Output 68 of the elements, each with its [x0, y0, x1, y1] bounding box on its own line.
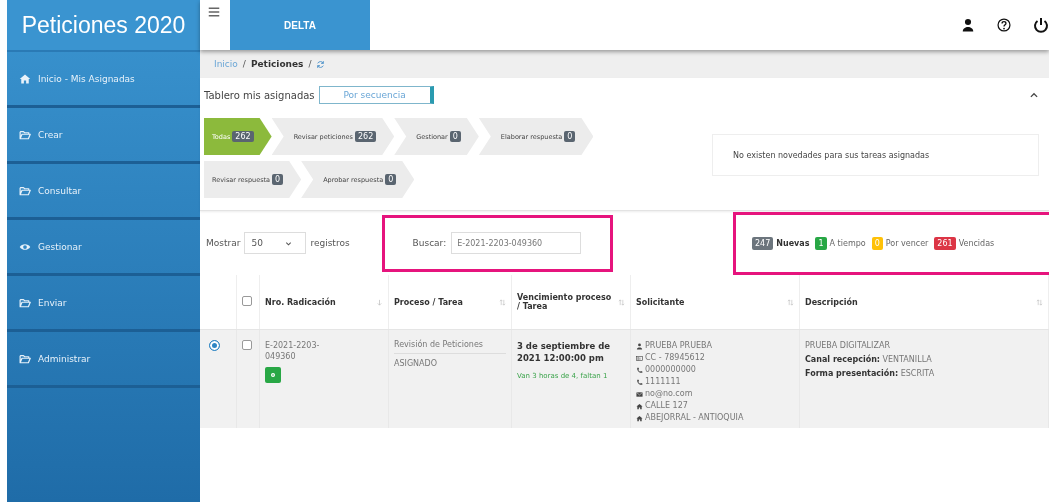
table-cell-text: ASIGNADO	[394, 359, 439, 368]
table-cell: no@no.com	[645, 388, 693, 400]
length-label: registros	[310, 238, 350, 248]
envelope-icon	[636, 390, 643, 398]
table-cell: CC - 78945612	[645, 352, 705, 364]
table-cell: 0000000000	[645, 364, 696, 376]
column-header[interactable]: Vencimiento proceso / Tarea	[517, 293, 614, 311]
menu-icon[interactable]	[208, 6, 220, 18]
count-badge: 247	[752, 236, 774, 250]
legend-label: Nuevas	[776, 238, 810, 248]
select-all-checkbox[interactable]	[242, 296, 252, 306]
column-header[interactable]: Solicitante	[636, 297, 685, 307]
sort-icon[interactable]	[499, 298, 506, 306]
circle-icon	[269, 371, 277, 380]
refresh-icon[interactable]	[316, 59, 326, 69]
sort-icon[interactable]	[1036, 298, 1043, 306]
table-cell-text: 3 de septiembre de 2021 12:00:00 pm	[517, 340, 612, 365]
search-field[interactable]: E-2021-2203-049360	[451, 232, 582, 254]
legend-label: Vencidas	[958, 238, 995, 248]
table-cell: PRUEBA PRUEBA	[645, 340, 713, 352]
table-cell: ABEJORRAL - ANTIOQUIA	[645, 412, 744, 424]
sidebar-item[interactable]: Enviar	[7, 276, 200, 332]
power-icon[interactable]	[1033, 17, 1049, 33]
collapse-icon[interactable]	[1029, 90, 1039, 100]
table-cell-text: Forma presentación: ESCRITA	[805, 368, 936, 380]
table-cell: Revisión de Peticiones	[394, 340, 506, 354]
table-cell-text: Canal recepción: VENTANILLA	[805, 354, 933, 366]
user-icon[interactable]	[961, 18, 975, 32]
sort-icon[interactable]	[787, 298, 794, 306]
help-icon[interactable]	[997, 18, 1011, 32]
page-size-select[interactable]: 50	[244, 232, 307, 254]
sidebar-item[interactable]: Gestionar	[7, 220, 200, 276]
home-icon	[636, 402, 643, 410]
board-label: Tablero mis asignadas	[204, 89, 315, 101]
breadcrumb-separator: /	[242, 59, 246, 69]
sort-down-icon[interactable]	[376, 298, 383, 306]
id-card-icon	[636, 354, 643, 362]
search-label: Buscar:	[412, 238, 447, 248]
count-badge: 261	[934, 236, 956, 250]
count-badge: 1	[815, 236, 827, 250]
breadcrumb-separator: /	[308, 59, 312, 69]
radio-button[interactable]	[209, 340, 220, 351]
folder-icon	[19, 352, 31, 365]
breadcrumb-item: Peticiones	[250, 59, 304, 69]
legend-label: Por vencer	[885, 238, 929, 248]
row-checkbox[interactable]	[242, 340, 252, 350]
sidebar-item[interactable]: Crear	[7, 108, 200, 164]
count-badge: 0	[871, 236, 883, 250]
home-icon	[636, 414, 643, 422]
folder-icon	[19, 128, 31, 141]
table-cell-text: E-2021-2203-049360	[265, 340, 321, 363]
folder-icon	[19, 184, 31, 197]
sort-icon[interactable]	[618, 298, 625, 306]
table-cell: 1111111	[645, 376, 681, 388]
column-header[interactable]: Proceso / Tarea	[394, 297, 463, 307]
folder-icon	[19, 296, 31, 309]
legend-label: A tiempo	[829, 238, 866, 248]
sidebar-item[interactable]: Consultar	[7, 164, 200, 220]
length-label: Mostrar	[206, 238, 241, 248]
action-button[interactable]	[265, 367, 281, 384]
home-icon	[19, 72, 31, 85]
user-icon	[636, 342, 643, 350]
notice-message: No existen novedades para sus tareas asignadas	[712, 134, 1039, 176]
table-cell-text: PRUEBA DIGITALIZAR	[805, 340, 891, 352]
table-cell: CALLE 127	[645, 400, 688, 412]
column-header[interactable]: Nro. Radicación	[265, 297, 336, 307]
chevron-down-icon	[284, 239, 292, 247]
column-header[interactable]: Descripción	[805, 297, 858, 307]
